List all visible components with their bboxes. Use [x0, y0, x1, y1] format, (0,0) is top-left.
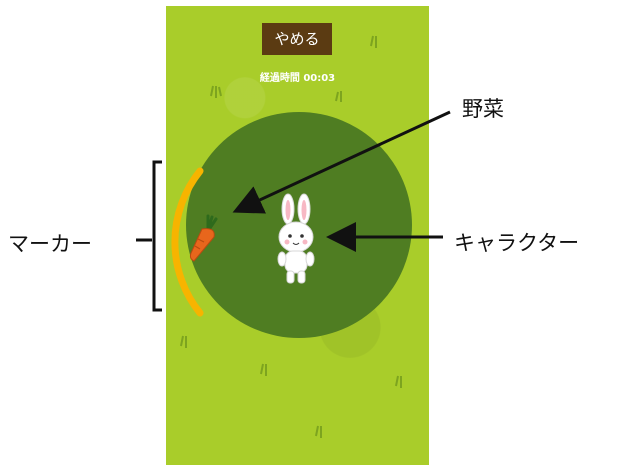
vegetable-arrow: [232, 110, 451, 214]
marker-callout: マーカー: [8, 232, 92, 256]
vegetable-callout: 野菜: [462, 97, 504, 121]
marker-bracket: [152, 160, 162, 312]
character-callout: キャラクター: [454, 231, 580, 255]
